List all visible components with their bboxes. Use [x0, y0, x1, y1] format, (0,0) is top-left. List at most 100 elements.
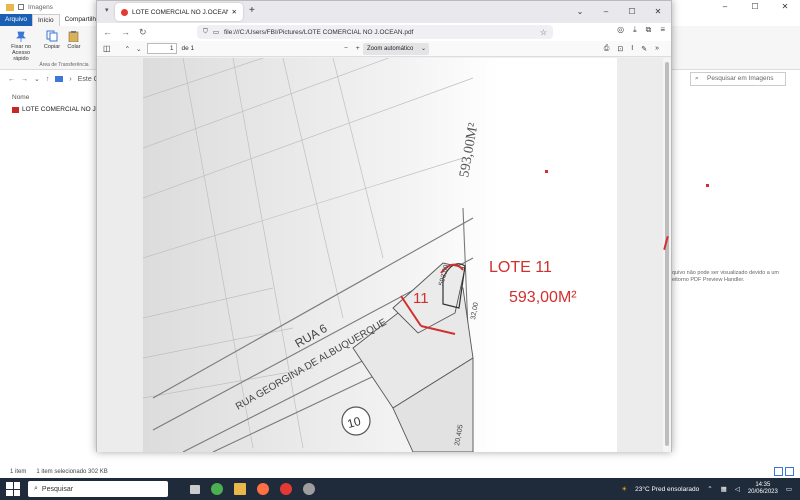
close-button[interactable]: ✕	[645, 1, 671, 23]
shield-icon[interactable]: ⛉	[203, 28, 208, 36]
weather-text[interactable]: 23°C Pred ensolarado	[635, 486, 699, 493]
extensions-icon[interactable]: ⧉	[646, 25, 652, 35]
browser-icon[interactable]	[303, 483, 315, 495]
tab-arquivo[interactable]: Arquivo	[0, 14, 33, 26]
volume-icon[interactable]: ◁	[735, 485, 740, 493]
url-text: file:///C:/Users/FBI/Pictures/LOTE COMER…	[224, 28, 414, 36]
firefox-window: ▾ LOTE COMERCIAL NO J.OCEAN.pdf ✕ + ⌄ – …	[96, 0, 672, 452]
scrollbar-thumb[interactable]	[665, 62, 669, 446]
draw-tool-icon[interactable]: ✎	[641, 45, 647, 53]
pdf-scrollbar[interactable]	[663, 58, 671, 452]
copy-label: Copiar	[43, 44, 61, 50]
taskbar: ⌕ Pesquisar ☀ 23°C Pred ensolarado ⌃ ▦ ◁…	[0, 478, 800, 500]
network-icon[interactable]: ▦	[721, 485, 727, 493]
back-icon[interactable]: ←	[103, 27, 112, 37]
clock[interactable]: 14:35 20/06/2023	[748, 482, 778, 496]
folder-icon	[6, 3, 14, 11]
list-tabs-icon[interactable]: ⌄	[567, 1, 593, 23]
pocket-icon[interactable]: ◎	[617, 25, 624, 35]
page-total: de 1	[181, 45, 195, 52]
lot-map-drawing: 10 593,00M² RUA 6 RUA GEORGINA DE ALBUQU…	[142, 58, 617, 452]
lot-label: LOTE 11	[489, 259, 552, 276]
view-toggles	[774, 467, 794, 476]
new-tab-button[interactable]: +	[249, 5, 255, 16]
search-icon: ⌕	[695, 75, 699, 82]
red-speck	[545, 170, 548, 173]
menu-icon[interactable]: ≡	[660, 25, 665, 35]
zoom-in-icon[interactable]: +	[356, 45, 360, 52]
pin-label: Fixar no Acesso rápido	[11, 44, 31, 62]
tab-bar: ▾ LOTE COMERCIAL NO J.OCEAN.pdf ✕ + ⌄ – …	[97, 1, 671, 23]
zoom-out-icon[interactable]: −	[344, 45, 348, 52]
zoom-value: Zoom automático	[367, 46, 414, 52]
tray-chevron-icon[interactable]: ⌃	[707, 485, 712, 493]
close-tab-icon[interactable]: ✕	[232, 8, 237, 16]
chrome-icon[interactable]	[211, 483, 223, 495]
tab-inicio[interactable]: Início	[32, 14, 60, 26]
breadcrumb-chevron-icon: ›	[69, 75, 72, 83]
print-icon[interactable]: ⎙	[604, 45, 610, 53]
sidebar-toggle-icon[interactable]: ◫	[103, 44, 111, 53]
status-selection: 1 item selecionado 302 KB	[36, 469, 108, 475]
download-icon[interactable]: ⤓	[633, 25, 637, 35]
text-tool-icon[interactable]: I	[631, 45, 633, 53]
clock-time: 14:35	[755, 482, 771, 488]
explorer-window-controls: – ☐ ✕	[710, 0, 800, 14]
file-explorer-icon[interactable]	[234, 483, 246, 495]
pin-icon	[16, 31, 26, 42]
checkbox-icon[interactable]	[18, 4, 24, 10]
copy-icon	[46, 30, 58, 42]
chevron-down-icon: ⌄	[420, 46, 426, 52]
status-item-count: 1 item	[10, 469, 27, 475]
url-bar[interactable]: ⛉ ▭ file:///C:/Users/FBI/Pictures/LOTE C…	[197, 25, 553, 39]
firefox-view-icon[interactable]: ▾	[105, 6, 109, 14]
opera-icon[interactable]	[280, 483, 292, 495]
pdf-file-icon	[12, 106, 19, 113]
firefox-window-controls: ⌄ – ☐ ✕	[567, 1, 671, 23]
taskbar-apps	[190, 483, 315, 495]
pin-button[interactable]: Fixar no Acesso rápido	[6, 30, 36, 62]
forward-arrow-icon[interactable]: →	[21, 76, 28, 83]
lot-area: 593,00M²	[509, 289, 577, 306]
save-icon[interactable]: ⊡	[617, 45, 623, 53]
pdf-tab-icon	[121, 8, 128, 16]
pdf-page: 10 593,00M² RUA 6 RUA GEORGINA DE ALBUQU…	[142, 58, 617, 452]
paste-button[interactable]: Colar	[64, 30, 84, 50]
close-button[interactable]: ✕	[770, 0, 800, 14]
taskbar-search[interactable]: ⌕ Pesquisar	[28, 481, 168, 497]
paste-icon	[68, 31, 79, 42]
details-view-icon[interactable]	[774, 467, 783, 476]
column-header-name[interactable]: Nome	[12, 94, 29, 101]
preview-message: quivo não pode ser visualizado devido a …	[672, 270, 780, 283]
maximize-button[interactable]: ☐	[740, 0, 770, 14]
reload-icon[interactable]: ↻	[139, 27, 147, 38]
windows-start-button[interactable]	[6, 482, 20, 496]
minimize-button[interactable]: –	[710, 0, 740, 14]
tiles-view-icon[interactable]	[785, 467, 794, 476]
prev-page-icon[interactable]: ⌃	[125, 45, 130, 53]
red-speck	[706, 184, 709, 187]
up-arrow-icon[interactable]: ↑	[46, 76, 50, 83]
forward-icon[interactable]: →	[121, 27, 130, 37]
next-page-icon[interactable]: ⌄	[136, 45, 141, 53]
maximize-button[interactable]: ☐	[619, 1, 645, 23]
tab-title: LOTE COMERCIAL NO J.OCEAN.pdf	[132, 8, 228, 16]
copy-button[interactable]: Copiar	[42, 30, 62, 50]
tab-pdf[interactable]: LOTE COMERCIAL NO J.OCEAN.pdf ✕	[115, 3, 243, 21]
back-arrow-icon[interactable]: ←	[8, 76, 15, 83]
file-page-icon: ▭	[212, 29, 220, 36]
pdf-tools: ⎙ ⊡ I ✎ »	[604, 45, 671, 53]
bookmark-star-icon[interactable]: ☆	[540, 28, 547, 37]
chevron-down-icon[interactable]: ⌄	[34, 75, 40, 83]
firefox-icon[interactable]	[257, 483, 269, 495]
notification-icon[interactable]: ▭	[786, 485, 792, 493]
minimize-button[interactable]: –	[593, 1, 619, 23]
zoom-select[interactable]: Zoom automático ⌄	[363, 43, 429, 55]
computer-icon	[55, 76, 64, 82]
search-placeholder: Pesquisar em Imagens	[707, 75, 774, 82]
page-number-input[interactable]: 1	[147, 43, 178, 54]
more-tools-icon[interactable]: »	[655, 45, 659, 53]
explorer-search-input[interactable]: ⌕ Pesquisar em Imagens	[690, 72, 786, 86]
task-view-icon[interactable]	[190, 484, 200, 494]
pdf-viewer[interactable]: 10 593,00M² RUA 6 RUA GEORGINA DE ALBUQU…	[97, 58, 671, 452]
